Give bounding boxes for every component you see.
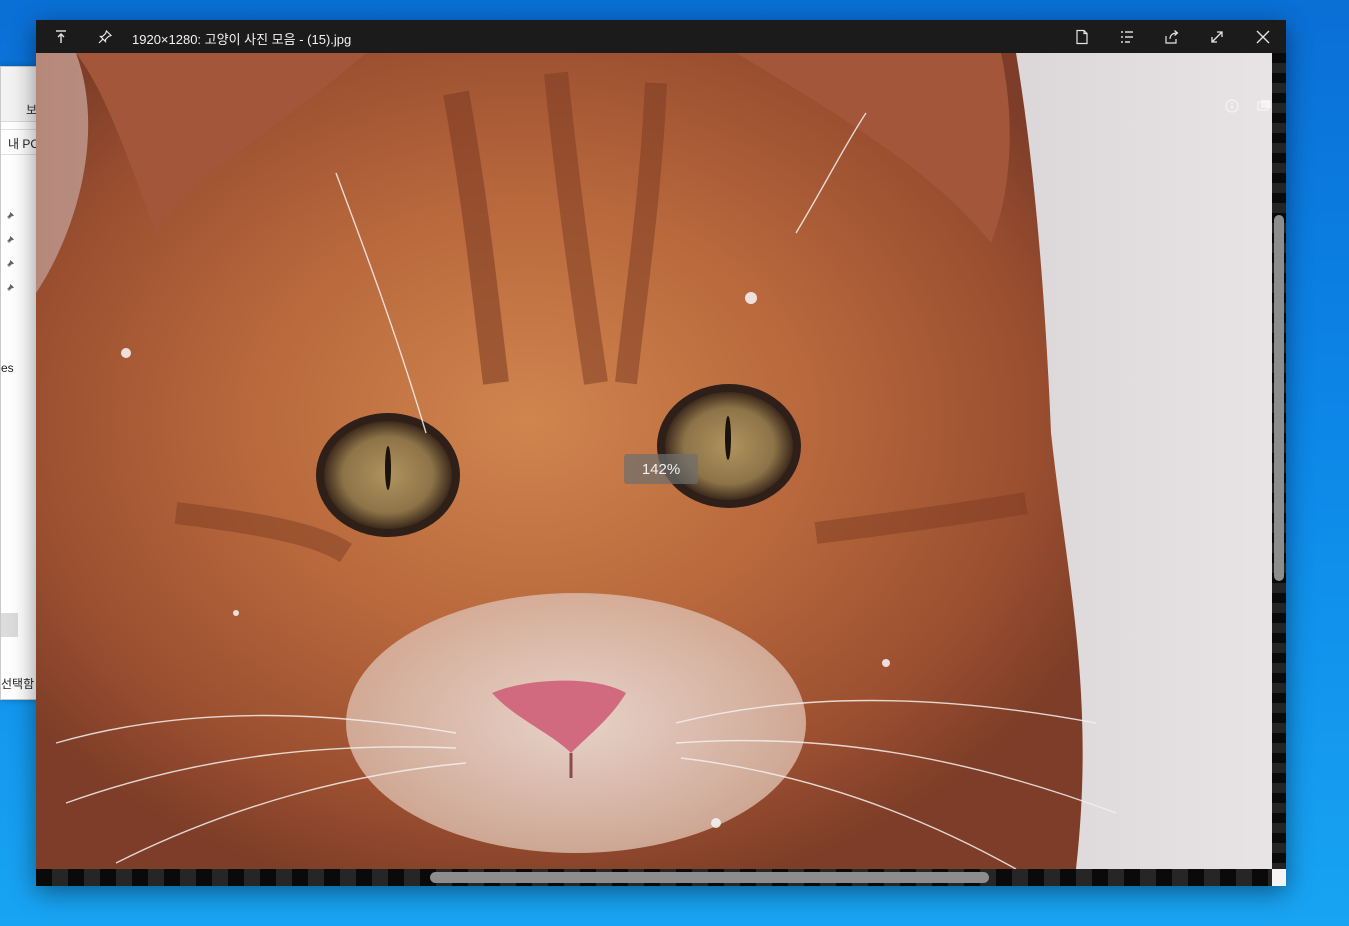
title-bar[interactable]: 1920×1280: 고양이 사진 모음 - (15).jpg bbox=[36, 20, 1286, 53]
file-button[interactable] bbox=[1059, 20, 1104, 53]
explorer-address-bar[interactable]: 내 PC bbox=[1, 129, 41, 155]
gallery-icon[interactable] bbox=[1256, 98, 1272, 114]
pin-icon bbox=[5, 259, 15, 269]
close-button[interactable] bbox=[1240, 20, 1285, 53]
sidebar-item-label[interactable]: es bbox=[1, 361, 14, 375]
scrollbar-corner bbox=[1272, 869, 1286, 886]
share-button[interactable] bbox=[1149, 20, 1194, 53]
pin-button[interactable] bbox=[82, 20, 127, 53]
desktop: 보 내 PC es 선택함 1920×1280: 고양이 사진 모음 - (15… bbox=[0, 0, 1349, 926]
horizontal-scroll-thumb[interactable] bbox=[430, 872, 989, 883]
list-icon bbox=[1120, 30, 1133, 43]
file-icon bbox=[1075, 29, 1088, 44]
pin-icon bbox=[5, 235, 15, 245]
fullscreen-icon bbox=[1210, 30, 1223, 43]
vertical-scroll-thumb[interactable] bbox=[1274, 215, 1284, 581]
info-icon[interactable] bbox=[1224, 98, 1240, 114]
list-button[interactable] bbox=[1104, 20, 1149, 53]
vertical-scrollbar[interactable] bbox=[1272, 53, 1286, 869]
close-icon bbox=[1256, 30, 1269, 43]
pin-icon bbox=[5, 211, 15, 221]
pin-icon bbox=[5, 283, 15, 293]
move-up-icon bbox=[55, 29, 66, 43]
share-icon bbox=[1164, 29, 1178, 44]
fullscreen-button[interactable] bbox=[1194, 20, 1239, 53]
address-text: 내 PC bbox=[8, 137, 40, 151]
explorer-ribbon: 보 bbox=[1, 67, 41, 122]
selected-item[interactable] bbox=[1, 613, 18, 637]
window-title: 1920×1280: 고양이 사진 모음 - (15).jpg bbox=[132, 32, 352, 47]
image-viewer-window[interactable]: 1920×1280: 고양이 사진 모음 - (15).jpg 142% bbox=[36, 20, 1286, 886]
zoom-level-badge: 142% bbox=[624, 454, 698, 484]
move-up-button[interactable] bbox=[38, 20, 83, 53]
status-text: 선택함 bbox=[1, 677, 35, 691]
horizontal-scrollbar[interactable] bbox=[36, 869, 1272, 886]
pin-icon bbox=[98, 29, 112, 43]
